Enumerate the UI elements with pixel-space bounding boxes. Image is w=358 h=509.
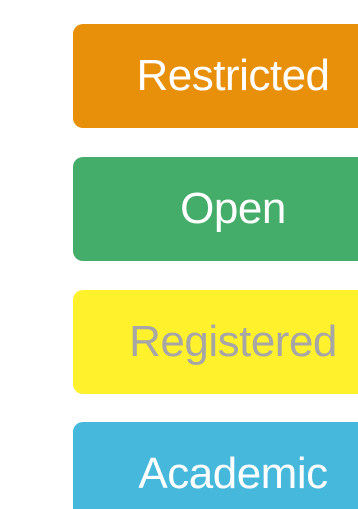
- academic-label: Academic: [138, 449, 328, 498]
- academic-button[interactable]: Academic: [73, 422, 358, 509]
- access-level-panel: Restricted Open Registered Academic: [0, 0, 358, 509]
- registered-button[interactable]: Registered: [73, 290, 358, 394]
- restricted-label: Restricted: [136, 51, 330, 100]
- restricted-button[interactable]: Restricted: [73, 24, 358, 128]
- open-label: Open: [180, 184, 286, 233]
- open-button[interactable]: Open: [73, 157, 358, 261]
- registered-label: Registered: [129, 317, 337, 366]
